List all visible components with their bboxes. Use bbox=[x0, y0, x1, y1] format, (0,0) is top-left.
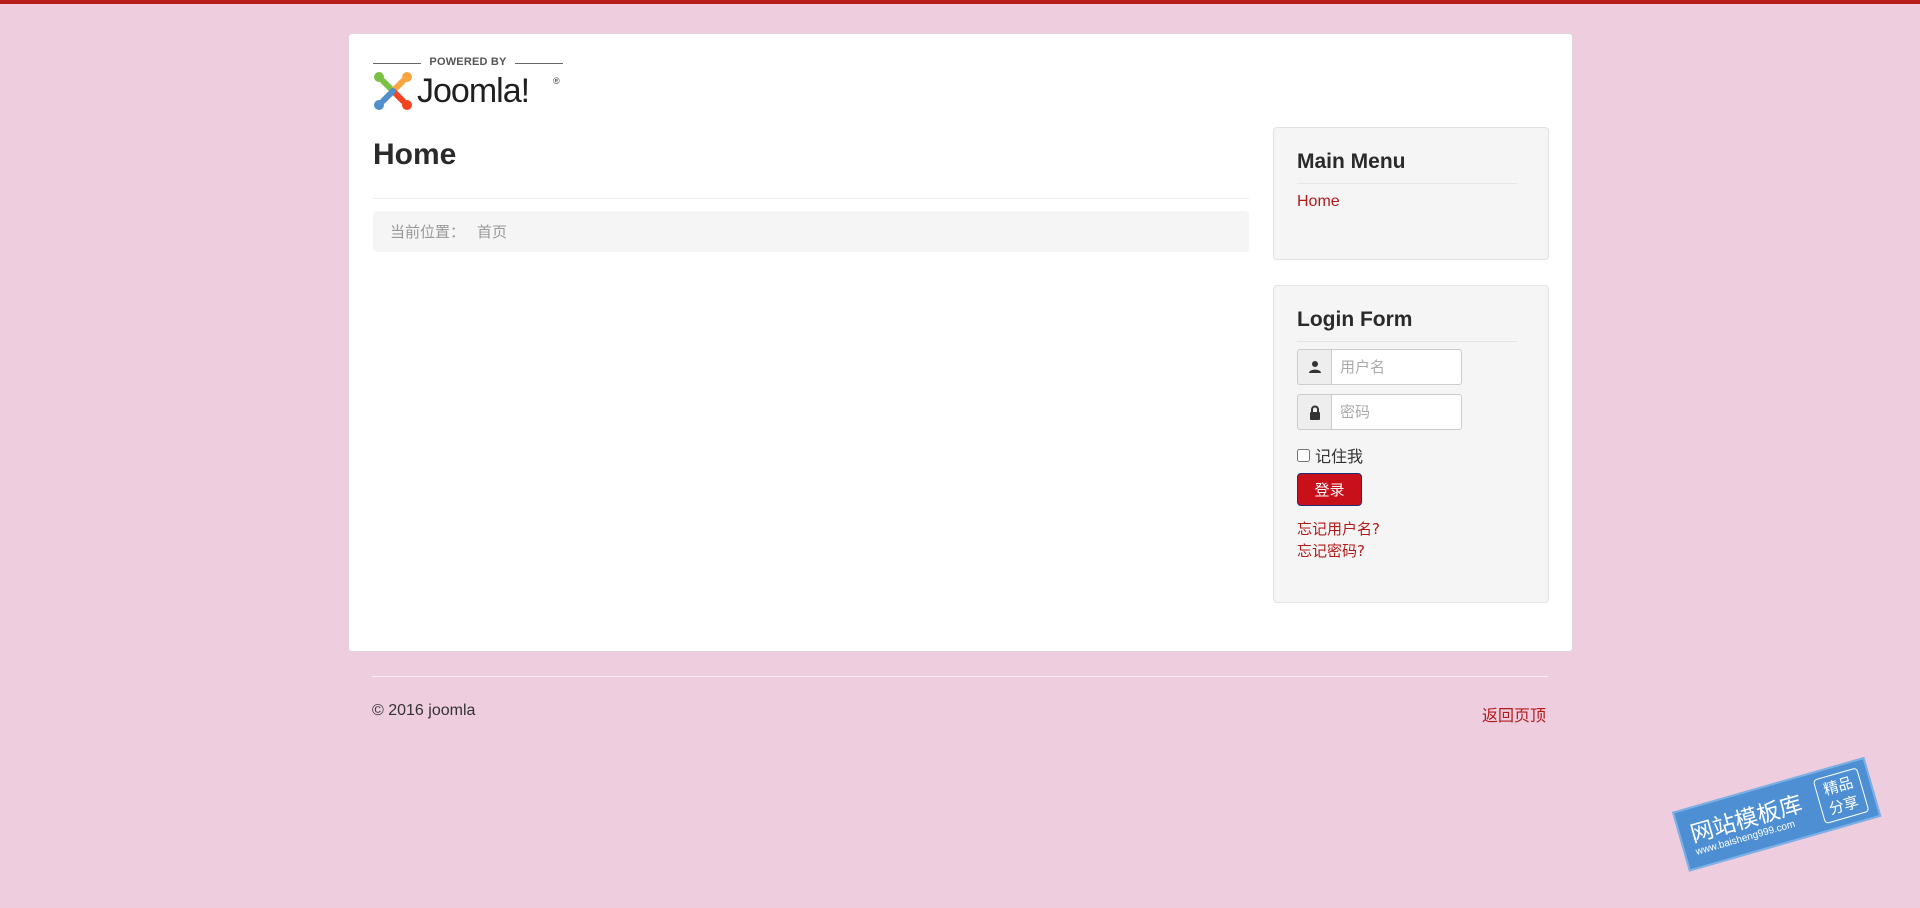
password-input[interactable] bbox=[1331, 394, 1462, 430]
main-menu-title: Main Menu bbox=[1297, 150, 1406, 173]
breadcrumb-current: 首页 bbox=[477, 224, 508, 241]
username-group bbox=[1297, 349, 1462, 385]
remember-me[interactable]: 记住我 bbox=[1297, 443, 1363, 467]
powered-by: POWERED BY bbox=[373, 56, 563, 68]
remember-me-label: 记住我 bbox=[1315, 447, 1364, 466]
main-menu-divider bbox=[1297, 183, 1517, 184]
registered-mark: ® bbox=[553, 76, 560, 86]
forgot-username-link[interactable]: 忘记用户名? bbox=[1297, 518, 1380, 539]
login-form-module: Login Form 记住我 登录 忘记用户名? 忘记密码? bbox=[1273, 285, 1549, 603]
watermark-badge: 精品 分享 bbox=[1812, 767, 1870, 825]
joomla-logo[interactable]: POWERED BY Joomla! ® bbox=[373, 56, 563, 120]
footer-divider bbox=[372, 676, 1548, 677]
powered-by-text: POWERED BY bbox=[429, 56, 507, 68]
forgot-password-link[interactable]: 忘记密码? bbox=[1297, 540, 1365, 561]
remember-me-checkbox[interactable] bbox=[1297, 448, 1310, 462]
login-form-title: Login Form bbox=[1297, 308, 1413, 331]
joomla-mark-icon bbox=[374, 72, 412, 110]
username-input[interactable] bbox=[1331, 349, 1462, 385]
breadcrumb: 当前位置： 首页 bbox=[373, 211, 1249, 252]
main-menu-module: Main Menu Home bbox=[1273, 127, 1549, 260]
back-to-top-link[interactable]: 返回页顶 bbox=[1482, 702, 1546, 726]
footer-copyright: © 2016 joomla bbox=[372, 702, 476, 719]
menu-item-home[interactable]: Home bbox=[1297, 193, 1340, 211]
top-accent-bar bbox=[0, 0, 1920, 4]
lock-icon bbox=[1297, 394, 1331, 430]
page-title: Home bbox=[373, 138, 457, 171]
watermark-stamp: 网站模板库 www.baisheng999.com 精品 分享 bbox=[1672, 756, 1882, 872]
login-form-divider bbox=[1297, 341, 1517, 342]
title-divider bbox=[373, 198, 1249, 199]
page-container: POWERED BY Joomla! ® Home 当前位置： 首页 Main … bbox=[348, 33, 1573, 652]
password-group bbox=[1297, 394, 1462, 430]
login-button[interactable]: 登录 bbox=[1297, 473, 1362, 506]
joomla-wordmark: Joomla! bbox=[417, 72, 530, 110]
breadcrumb-label: 当前位置： bbox=[390, 224, 466, 241]
user-icon bbox=[1297, 349, 1331, 385]
